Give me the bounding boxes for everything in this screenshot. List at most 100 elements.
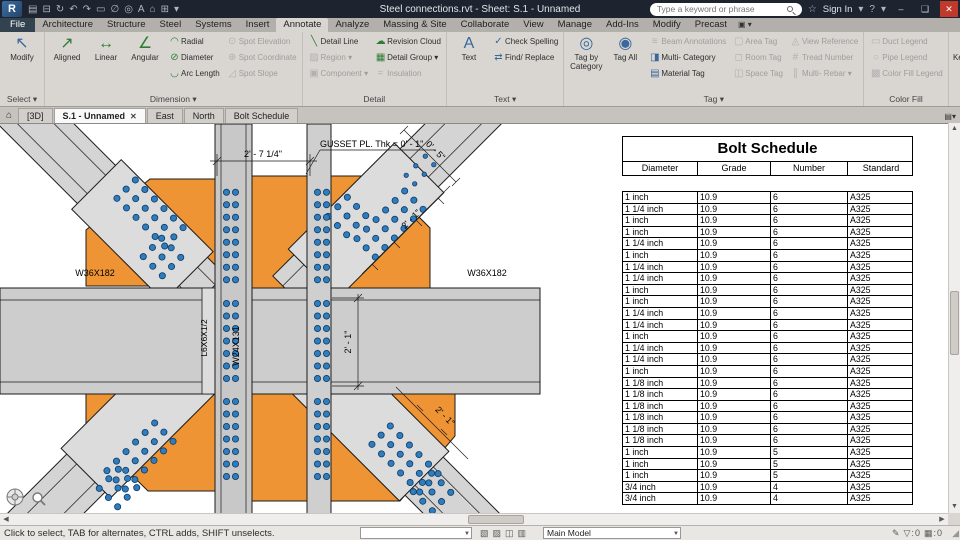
button-detail-line[interactable]: ╲Detail Line (306, 34, 371, 49)
schedule-row[interactable]: 1 1/4 inch10.96A325 (623, 354, 912, 366)
panel-label-symbol[interactable]: Symbol (949, 93, 960, 106)
drawing-canvas[interactable]: 2' - 7 1/4" GUSSET PL. Thk = 0' - 1" 0' … (0, 123, 948, 513)
imports-icon[interactable]: ◫ (505, 527, 514, 540)
button-tag-all[interactable]: ◉Tag All (606, 34, 644, 71)
schedule-row[interactable]: 1 1/8 inch10.96A325 (623, 401, 912, 413)
sync-icon[interactable]: ↻ (56, 4, 64, 15)
view-tab-3d[interactable]: [3D] (18, 108, 53, 123)
tag-icon[interactable]: ◎ (124, 4, 133, 15)
schedule-row[interactable]: 1 inch10.96A325 (623, 285, 912, 297)
button-text[interactable]: AText (450, 34, 488, 63)
scroll-right-icon[interactable]: ▶ (936, 514, 948, 525)
bolt-schedule-table[interactable]: Bolt Schedule DiameterGradeNumberStandar… (622, 136, 913, 505)
schedule-row[interactable]: 1 inch10.95A325 (623, 459, 912, 471)
print-icon[interactable]: ▭ (96, 4, 105, 15)
column-label[interactable]: W24X131 (231, 326, 241, 366)
button-aligned[interactable]: ↗Aligned (48, 34, 86, 63)
ribbon-display-toggle-icon[interactable]: ▣ ▾ (738, 18, 752, 32)
ribbon-tab-annotate[interactable]: Annotate (276, 18, 328, 32)
schedule-row[interactable]: 1 1/4 inch10.96A325 (623, 262, 912, 274)
scroll-left-icon[interactable]: ◀ (0, 514, 12, 525)
schedule-row[interactable]: 1 1/8 inch10.96A325 (623, 424, 912, 436)
view-tab-list-icon[interactable]: ▤▾ (944, 112, 956, 121)
schedule-row[interactable]: 1 inch10.96A325 (623, 215, 912, 227)
filter-chip[interactable]: ▽:0 (904, 527, 920, 540)
schedule-row[interactable]: 1 1/4 inch10.96A325 (623, 308, 912, 320)
ribbon-tab-steel[interactable]: Steel (153, 18, 189, 32)
panel-label-tag[interactable]: Tag ▾ (564, 93, 863, 106)
button-keynote[interactable]: ⚑Keynote ▾ (952, 34, 960, 63)
ribbon-tab-systems[interactable]: Systems (188, 18, 238, 32)
beam-right-label[interactable]: W36X182 (467, 268, 507, 278)
panel-label-dimension[interactable]: Dimension ▾ (45, 93, 302, 106)
ribbon-tab-manage[interactable]: Manage (551, 18, 599, 32)
ribbon-tab-analyze[interactable]: Analyze (328, 18, 376, 32)
ribbon-tab-insert[interactable]: Insert (239, 18, 277, 32)
button-find-replace[interactable]: ⇄Find/ Replace (490, 50, 560, 65)
panel-label-select[interactable]: Select ▾ (0, 93, 44, 106)
ribbon-tab-modify[interactable]: Modify (646, 18, 688, 32)
revit-logo[interactable]: R (2, 1, 22, 17)
button-diameter[interactable]: ⊘Diameter (166, 50, 222, 65)
schedule-row[interactable]: 1 inch10.96A325 (623, 227, 912, 239)
button-linear[interactable]: ↔Linear (87, 34, 125, 63)
dim-top-label[interactable]: 2' - 7 1/4" (244, 149, 282, 159)
schedule-row[interactable]: 1 1/4 inch10.96A325 (623, 238, 912, 250)
help-icon[interactable]: ? (869, 4, 875, 15)
schedule-row[interactable]: 1 1/4 inch10.96A325 (623, 273, 912, 285)
search-input[interactable] (657, 4, 785, 14)
button-detail-group[interactable]: ▦Detail Group ▾ (372, 50, 443, 65)
schedule-row[interactable]: 1 1/8 inch10.96A325 (623, 378, 912, 390)
button-radial[interactable]: ◠Radial (166, 34, 222, 49)
editable-only-icon[interactable]: ✎ (892, 527, 900, 540)
save-icon[interactable]: ⊟ (42, 4, 50, 15)
ribbon-tab-architecture[interactable]: Architecture (35, 18, 100, 32)
close-view-tab-icon[interactable]: ✕ (130, 109, 137, 124)
schedule-row[interactable]: 1 1/8 inch10.96A325 (623, 412, 912, 424)
scroll-up-icon[interactable]: ▲ (949, 123, 960, 135)
worksets-icon[interactable]: ▧ (480, 527, 489, 540)
dim-2-1-mid-label[interactable]: 2' - 1" (343, 331, 353, 354)
links-icon[interactable]: ▨ (493, 527, 502, 540)
schedule-row[interactable]: 1 inch10.96A325 (623, 192, 912, 204)
search-icon[interactable] (787, 6, 793, 12)
schedule-row[interactable]: 1 inch10.95A325 (623, 447, 912, 459)
redo-icon[interactable]: ↷ (83, 4, 91, 15)
favorites-icon[interactable]: ☆ (808, 4, 817, 15)
button-tag-by-category[interactable]: ◎Tag by Category (567, 34, 605, 71)
ribbon-tab-massing-site[interactable]: Massing & Site (376, 18, 453, 32)
warnings-icon[interactable]: ▥ (518, 527, 527, 540)
button-angular[interactable]: ∠Angular (126, 34, 164, 63)
measure-icon[interactable]: ∅ (110, 4, 119, 15)
panel-label-text[interactable]: Text ▾ (447, 93, 563, 106)
scroll-down-icon[interactable]: ▼ (949, 501, 960, 513)
view-tab-s-1-unnamed[interactable]: S.1 - Unnamed✕ (54, 108, 146, 123)
schedule-row[interactable]: 1 inch10.95A325 (623, 470, 912, 482)
horizontal-scrollbar[interactable]: ◀ ▶ (0, 513, 948, 525)
ribbon-tab-structure[interactable]: Structure (100, 18, 153, 32)
text-icon[interactable]: A (138, 4, 145, 15)
schedule-row[interactable]: 1 inch10.96A325 (623, 366, 912, 378)
maximize-button[interactable]: ❑ (916, 1, 934, 17)
gusset-note-label[interactable]: GUSSET PL. Thk = 0' - 1" (320, 139, 423, 149)
design-option-dropdown[interactable]: Main Model▼ (543, 527, 681, 539)
button-revision-cloud[interactable]: ☁Revision Cloud (372, 34, 443, 49)
undo-icon[interactable]: ↶ (69, 4, 77, 15)
schedule-row[interactable]: 1 1/8 inch10.96A325 (623, 435, 912, 447)
steering-wheel-icon[interactable] (5, 487, 25, 507)
minimize-button[interactable]: – (892, 1, 910, 17)
button-arc-length[interactable]: ◡Arc Length (166, 66, 222, 81)
view-tab-bolt-schedule[interactable]: Bolt Schedule (225, 108, 299, 123)
beam-w36[interactable] (0, 288, 540, 394)
open-icon[interactable]: ▤ (28, 4, 37, 15)
home-icon[interactable]: ⌂ (0, 108, 18, 123)
vertical-scroll-thumb[interactable] (950, 291, 959, 355)
schedule-row[interactable]: 1 1/4 inch10.96A325 (623, 204, 912, 216)
sign-in-button[interactable]: Sign In (823, 4, 853, 15)
ribbon-tab-precast[interactable]: Precast (688, 18, 734, 32)
help-chevron-icon[interactable]: ▾ (881, 4, 886, 15)
schedule-row[interactable]: 1 inch10.96A325 (623, 331, 912, 343)
ribbon-tab-add-ins[interactable]: Add-Ins (599, 18, 646, 32)
sign-in-chevron-icon[interactable]: ▾ (858, 4, 863, 15)
panel-label-color-fill[interactable]: Color Fill (864, 93, 947, 106)
